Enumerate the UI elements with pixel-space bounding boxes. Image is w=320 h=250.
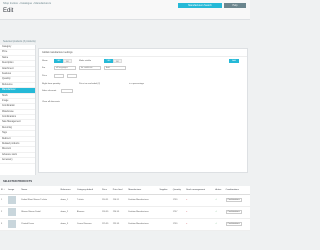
- cell-qty: 1799: [171, 218, 186, 231]
- language-select[interactable]: all languages: [54, 66, 76, 70]
- cell-final: €26.99: [111, 206, 128, 219]
- add-button[interactable]: Add: [229, 59, 239, 63]
- active-status: ✓: [214, 206, 225, 219]
- products-table: ID ↓ Image Name Reference Category default Pr…: [0, 186, 250, 231]
- table-row[interactable]: 3 Printed Dress demo_3 Casual Dresses €25.99…: [0, 218, 250, 231]
- sales-discount-input[interactable]: [61, 89, 73, 93]
- cross-icon[interactable]: x: [186, 223, 187, 225]
- cell-cat: T-shirts: [75, 194, 101, 207]
- column-header[interactable]: Name: [20, 186, 60, 195]
- stock-status: x: [185, 218, 215, 231]
- cell-cat: Blouses: [75, 206, 101, 219]
- price-label: Price: [42, 75, 47, 77]
- cell-manu: Fashion Manufacturer: [127, 218, 159, 231]
- column-header[interactable]: Manufacturer: [127, 186, 159, 195]
- column-header[interactable]: Quantity: [171, 186, 186, 195]
- cell-final: €25.99: [111, 218, 128, 231]
- panel-heading: Global manufacturer settings: [39, 49, 247, 57]
- manufacturers-search-button[interactable]: Manufacturers Search: [178, 3, 222, 8]
- sidebar-item-accessory[interactable]: Accessory: [0, 158, 35, 164]
- right-from-quantity-label: Right from quantity: [42, 83, 61, 85]
- show-label: Show: [42, 60, 48, 62]
- cell-price: €16.51: [100, 194, 112, 207]
- column-header[interactable]: Price final: [111, 186, 128, 195]
- cell-id: 3: [0, 218, 8, 231]
- breadcrumb: Shop Invoice › Catalogue › Manufacturers: [3, 2, 52, 5]
- page-title: Edit: [3, 8, 14, 14]
- clear-discounts-checkbox[interactable]: Clear all discounts: [42, 100, 60, 104]
- tax-label: Price tax excluded (€): [79, 83, 101, 85]
- check-icon[interactable]: ✓: [215, 223, 217, 225]
- column-header[interactable]: Price: [100, 186, 112, 195]
- cell-manu: Fashion Manufacturer: [127, 206, 159, 219]
- combinations-button[interactable]: Combinations: [225, 222, 242, 226]
- cell-sup: [158, 194, 172, 207]
- make-visible-label: Make visible: [79, 60, 92, 62]
- cell-name: Printed Dress: [20, 218, 60, 231]
- percentage-checkbox[interactable]: is a percentage: [129, 82, 144, 86]
- cell-sup: [158, 218, 172, 231]
- cell-id: 2: [0, 206, 8, 219]
- cell-cat: Casual Dresses: [75, 218, 101, 231]
- selected-products-title: SELECTED PRODUCTS: [3, 180, 33, 183]
- cell-price: €25.99: [100, 218, 112, 231]
- product-image: [8, 219, 17, 228]
- product-image: [8, 207, 17, 216]
- cell-ref: demo_1: [59, 194, 76, 207]
- table-row[interactable]: 2 Blouse Sleeve Detail demo_2 Blouses €26.99…: [0, 206, 250, 219]
- column-header[interactable]: Combinations: [224, 186, 250, 195]
- cell-sup: [158, 206, 172, 219]
- price-input[interactable]: [54, 74, 64, 78]
- settings-panel: Global manufacturer settings Show YES NO…: [38, 48, 248, 173]
- combinations-cell: Combinations: [224, 218, 250, 231]
- add-select[interactable]: Add: [104, 66, 126, 70]
- product-thumbnail: [7, 218, 21, 231]
- cell-final: €16.51: [111, 194, 128, 207]
- sales-discount-label: Sales discount: [42, 90, 57, 92]
- selection-bar: Selected products (3 products): [3, 40, 36, 43]
- combinations-cell: Combinations: [224, 194, 250, 207]
- column-header[interactable]: Supplier: [158, 186, 172, 195]
- price-input-2[interactable]: [67, 74, 77, 78]
- show-no-toggle[interactable]: NO: [63, 59, 72, 63]
- visible-no-toggle[interactable]: NO: [113, 59, 122, 63]
- combinations-cell: Combinations: [224, 206, 250, 219]
- combinations-button[interactable]: Combinations: [225, 210, 242, 214]
- combinations-button[interactable]: Combinations: [225, 198, 242, 202]
- column-header[interactable]: Image: [7, 186, 21, 195]
- cross-icon[interactable]: x: [186, 199, 187, 201]
- table-row[interactable]: 1 Faded Short Sleeve T-shirts demo_1 T-shir…: [0, 194, 250, 207]
- cross-icon[interactable]: x: [186, 211, 187, 213]
- for-label: For: [42, 67, 46, 69]
- column-header[interactable]: Reference: [59, 186, 76, 195]
- visible-yes-toggle[interactable]: YES: [104, 59, 113, 63]
- active-status: ✓: [214, 194, 225, 207]
- product-image: [8, 195, 17, 204]
- stock-status: x: [185, 206, 215, 219]
- cell-price: €26.99: [100, 206, 112, 219]
- product-thumbnail: [7, 206, 21, 219]
- column-header[interactable]: Category default: [75, 186, 101, 195]
- column-header[interactable]: Stock management: [185, 186, 215, 195]
- help-button[interactable]: Help: [224, 3, 246, 8]
- check-icon[interactable]: ✓: [215, 199, 217, 201]
- cell-name: Faded Short Sleeve T-shirts: [20, 194, 60, 207]
- certificate-select[interactable]: for certificate: [79, 66, 101, 70]
- cell-name: Blouse Sleeve Detail: [20, 206, 60, 219]
- cell-id: 1: [0, 194, 8, 207]
- active-status: ✓: [214, 218, 225, 231]
- stock-status: x: [185, 194, 215, 207]
- column-header[interactable]: Active: [214, 186, 225, 195]
- show-yes-toggle[interactable]: YES: [54, 59, 63, 63]
- top-toolbar: Shop Invoice › Catalogue › Manufacturers…: [0, 0, 250, 20]
- check-icon[interactable]: ✓: [215, 211, 217, 213]
- sidebar: Category Price Name Description Attachment Fe…: [0, 45, 36, 175]
- cell-qty: 1797: [171, 206, 186, 219]
- cell-ref: demo_2: [59, 206, 76, 219]
- cell-manu: Fashion Manufacturer: [127, 194, 159, 207]
- column-header[interactable]: ID ↓: [0, 186, 8, 195]
- cell-ref: demo_3: [59, 218, 76, 231]
- product-thumbnail: [7, 194, 21, 207]
- cell-qty: 1799: [171, 194, 186, 207]
